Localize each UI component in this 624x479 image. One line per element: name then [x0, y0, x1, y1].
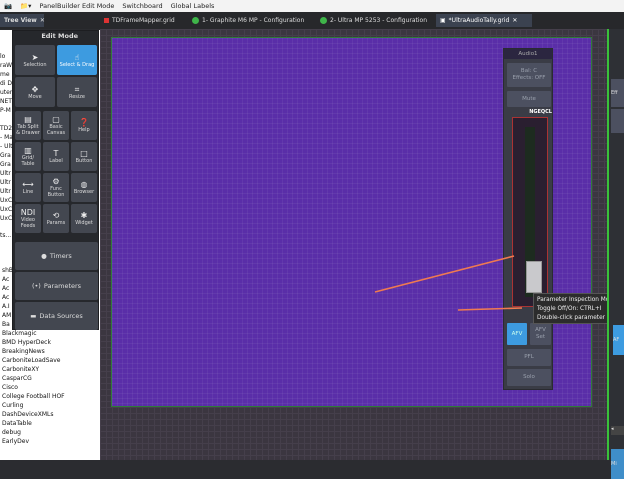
right-panel: Eff AF ◂ Mi [607, 29, 624, 479]
annotation-arrows [374, 255, 523, 311]
panel-button[interactable]: Mi [611, 449, 624, 479]
arrow-line [374, 255, 515, 293]
panel-button[interactable] [611, 109, 624, 133]
scroll-left-button[interactable]: ◂ [611, 426, 624, 435]
arrow-line [457, 307, 523, 311]
effects-button[interactable]: Eff [611, 79, 624, 107]
afv-button[interactable]: AF [613, 325, 624, 355]
